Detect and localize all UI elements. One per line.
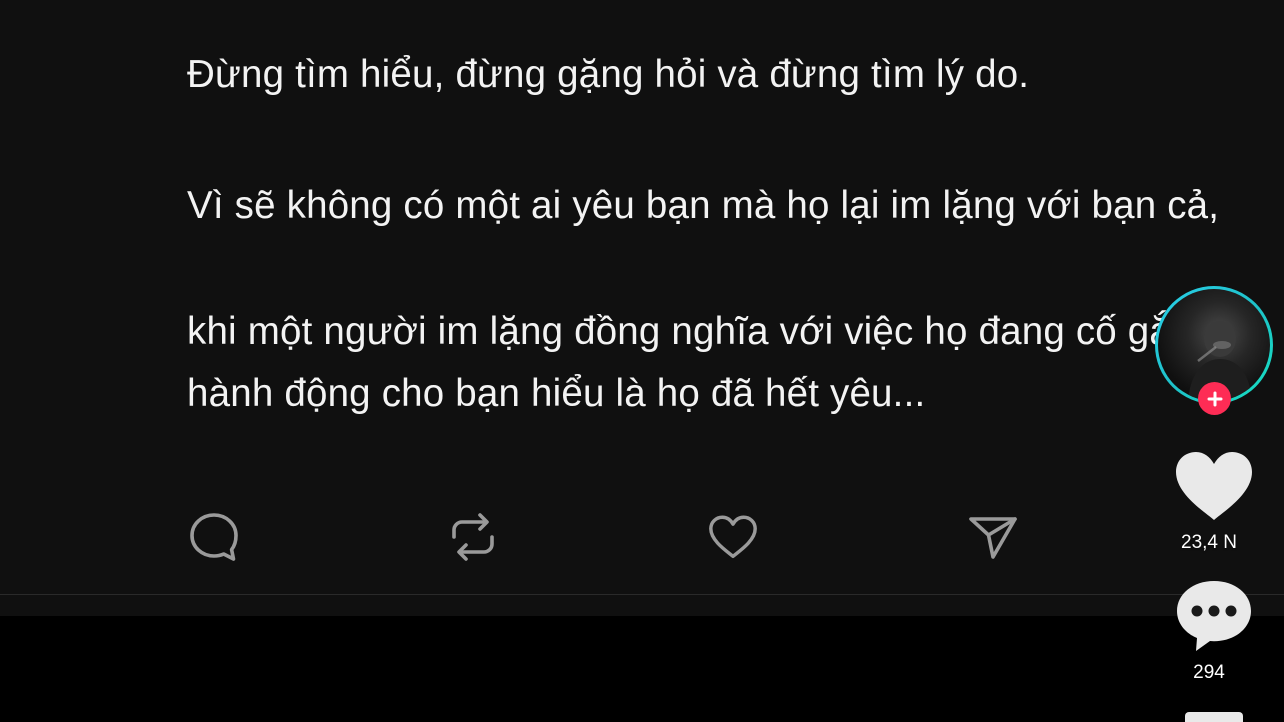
comment-dots-icon (1177, 581, 1251, 651)
video-like-button[interactable] (1173, 448, 1255, 529)
divider (0, 594, 1284, 595)
post-text: Đừng tìm hiểu, đừng gặng hỏi và đừng tìm… (187, 44, 1237, 425)
comment-bubble-icon (190, 513, 238, 561)
comment-button[interactable] (187, 510, 241, 564)
post-paragraph-3: khi một người im lặng đồng nghĩa với việ… (187, 310, 1215, 415)
video-comment-button[interactable] (1174, 578, 1254, 659)
follow-button[interactable] (1198, 382, 1231, 415)
send-icon (969, 517, 1017, 559)
repost-icon (452, 513, 494, 561)
screen: Đừng tìm hiểu, đừng gặng hỏi và đừng tìm… (0, 0, 1284, 722)
comment-count: 294 (1193, 662, 1225, 683)
heart-filled-icon (1176, 452, 1252, 520)
like-count: 23,4 N (1181, 532, 1237, 553)
like-button[interactable] (706, 510, 760, 564)
post-card: Đừng tìm hiểu, đừng gặng hỏi và đừng tìm… (0, 0, 1284, 616)
save-button[interactable] (1185, 712, 1243, 722)
share-button[interactable] (966, 510, 1020, 564)
plus-icon (1207, 391, 1222, 406)
post-paragraph-2: Vì sẽ không có một ai yêu bạn mà họ lại … (187, 184, 1220, 227)
repost-button[interactable] (446, 510, 500, 564)
post-paragraph-1: Đừng tìm hiểu, đừng gặng hỏi và đừng tìm… (187, 53, 1030, 96)
heart-outline-icon (709, 515, 757, 559)
